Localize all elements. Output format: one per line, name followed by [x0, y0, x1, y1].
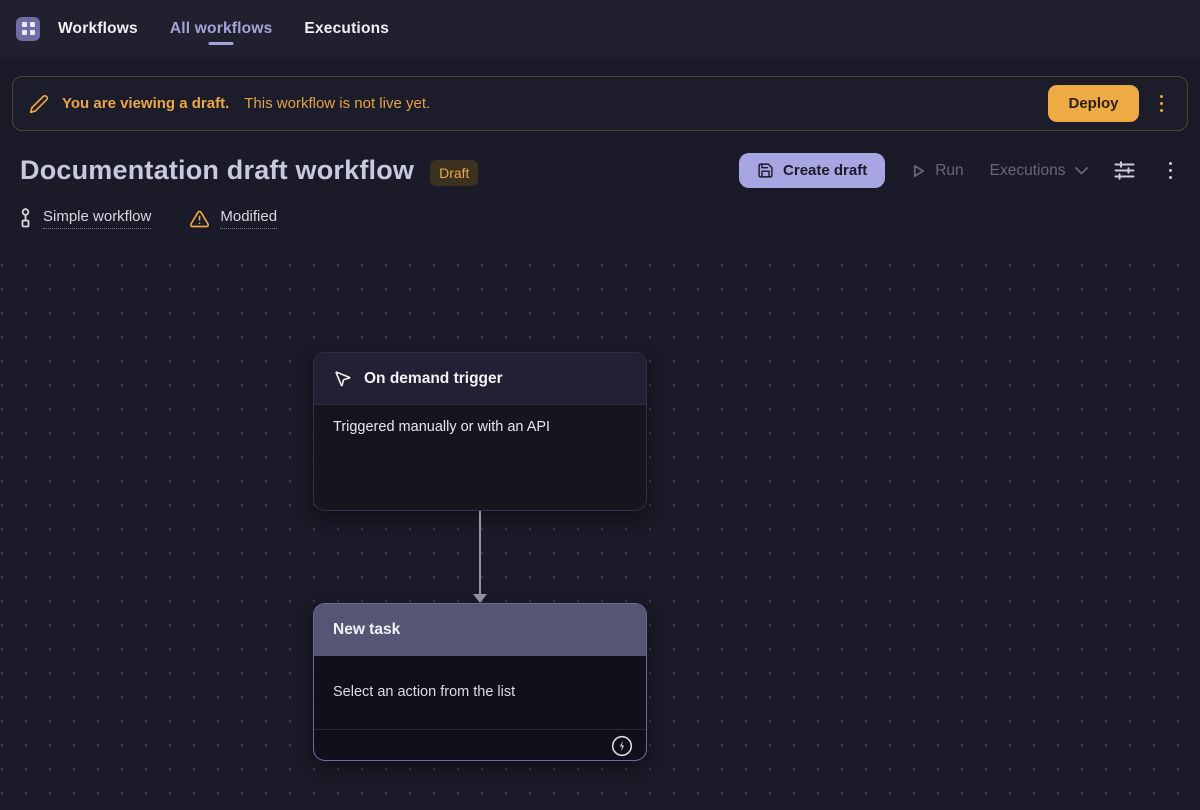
- workflow-meta: Simple workflow Modified: [0, 188, 1200, 229]
- warning-icon: [189, 209, 210, 229]
- connector-arrowhead-icon: [473, 594, 487, 603]
- workflow-type-link[interactable]: Simple workflow: [43, 208, 151, 229]
- lightning-circle-icon: [611, 735, 633, 757]
- banner-message: This workflow is not live yet.: [244, 95, 430, 112]
- modified-status-link[interactable]: Modified: [220, 208, 277, 229]
- node-header: On demand trigger: [314, 353, 646, 405]
- chevron-down-icon: [1075, 167, 1088, 175]
- save-icon: [757, 162, 774, 179]
- node-footer: [314, 729, 646, 761]
- workflows-app-icon[interactable]: [16, 17, 40, 41]
- choose-action-button[interactable]: [611, 735, 633, 757]
- nav-item-workflows[interactable]: Workflows: [58, 12, 138, 46]
- node-on-demand-trigger[interactable]: On demand trigger Triggered manually or …: [313, 352, 647, 511]
- create-draft-label: Create draft: [783, 162, 867, 179]
- deploy-button[interactable]: Deploy: [1048, 85, 1138, 122]
- header-kebab-menu-icon[interactable]: [1161, 156, 1181, 186]
- draft-status-badge: Draft: [430, 160, 478, 186]
- sliders-icon: [1114, 161, 1135, 180]
- banner-kebab-menu-icon[interactable]: [1152, 89, 1172, 119]
- header-actions: Create draft Run Executions: [739, 153, 1180, 188]
- node-new-task[interactable]: New task Select an action from the list: [313, 603, 647, 761]
- node-title: New task: [333, 621, 400, 639]
- page-title: Documentation draft workflow: [20, 155, 414, 186]
- node-header: New task: [314, 604, 646, 656]
- executions-label: Executions: [990, 162, 1066, 180]
- draft-banner: You are viewing a draft. This workflow i…: [12, 76, 1188, 131]
- executions-dropdown[interactable]: Executions: [990, 162, 1088, 180]
- workflow-type-icon: [18, 208, 33, 229]
- create-draft-button[interactable]: Create draft: [739, 153, 885, 188]
- workflow-canvas[interactable]: On demand trigger Triggered manually or …: [0, 243, 1200, 803]
- run-label: Run: [935, 162, 963, 180]
- node-title: On demand trigger: [364, 370, 503, 388]
- grid-glyph: [22, 22, 35, 35]
- play-icon: [911, 163, 926, 179]
- cursor-icon: [333, 369, 352, 388]
- connector-line: [479, 511, 481, 596]
- top-nav: Workflows All workflows Executions: [0, 0, 1200, 57]
- node-description: Select an action from the list: [314, 656, 646, 729]
- nav-item-executions[interactable]: Executions: [304, 12, 389, 46]
- pencil-icon: [29, 94, 49, 114]
- nav-item-all-workflows[interactable]: All workflows: [170, 12, 273, 46]
- banner-title: You are viewing a draft.: [62, 95, 229, 112]
- run-button[interactable]: Run: [911, 162, 963, 180]
- node-description: Triggered manually or with an API: [314, 405, 646, 449]
- workflow-header: Documentation draft workflow Draft Creat…: [0, 131, 1200, 188]
- workflow-settings-button[interactable]: [1114, 161, 1135, 180]
